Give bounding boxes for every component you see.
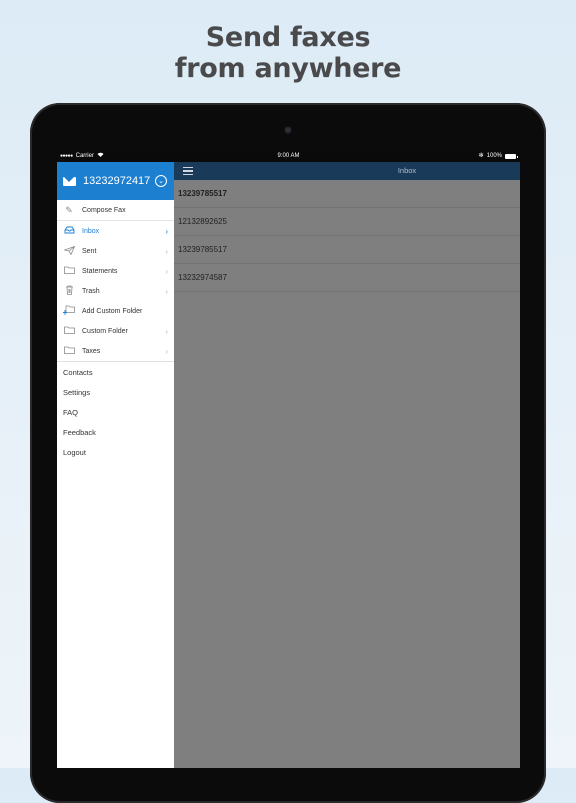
sidebar: 13232972417 ⌄ ✎ Compose Fax Inbox › Sent… xyxy=(57,162,174,768)
compose-fax-button[interactable]: ✎ Compose Fax xyxy=(57,200,174,221)
sidebar-item-custom-folder[interactable]: Custom Folder › xyxy=(57,321,174,341)
chevron-right-icon: › xyxy=(165,246,168,256)
sidebar-item-sent[interactable]: Sent › xyxy=(57,241,174,261)
paper-plane-icon xyxy=(62,245,76,257)
sidebar-link-settings[interactable]: Settings xyxy=(57,382,174,402)
chevron-right-icon: › xyxy=(165,326,168,336)
sidebar-link-logout[interactable]: Logout xyxy=(57,442,174,462)
sidebar-item-label: Statements xyxy=(82,267,118,275)
battery-icon xyxy=(505,154,518,159)
sidebar-item-statements[interactable]: Statements › xyxy=(57,261,174,281)
envelope-icon xyxy=(63,176,76,186)
sidebar-item-label: Custom Folder xyxy=(82,327,128,335)
status-bar: ●●●●● Carrier 9:00 AM ✻ 100% xyxy=(57,151,520,162)
sidebar-item-add-custom-folder[interactable]: Add Custom Folder xyxy=(57,301,174,321)
sidebar-item-taxes[interactable]: Taxes › xyxy=(57,341,174,361)
bluetooth-icon: ✻ xyxy=(478,153,484,159)
fax-list-item[interactable]: 13232974587 xyxy=(174,264,520,292)
camera-icon xyxy=(284,126,292,134)
trash-icon xyxy=(62,285,76,297)
account-header[interactable]: 13232972417 ⌄ xyxy=(57,162,174,200)
battery-percent: 100% xyxy=(486,153,502,159)
compose-fax-label: Compose Fax xyxy=(82,206,126,214)
account-number: 13232972417 xyxy=(83,175,151,187)
chevron-right-icon: › xyxy=(165,286,168,296)
fax-list-item[interactable]: 13239785517 xyxy=(174,236,520,264)
sidebar-link-faq[interactable]: FAQ xyxy=(57,402,174,422)
folder-icon xyxy=(62,346,76,356)
sidebar-link-contacts[interactable]: Contacts xyxy=(57,362,174,382)
sidebar-link-feedback[interactable]: Feedback xyxy=(57,422,174,442)
page-title: Inbox xyxy=(397,166,417,175)
sidebar-item-trash[interactable]: Trash › xyxy=(57,281,174,301)
app-screen: ●●●●● Carrier 9:00 AM ✻ 100% 13232972417… xyxy=(57,151,520,768)
chevron-right-icon: › xyxy=(165,226,168,236)
folder-icon xyxy=(62,266,76,276)
pencil-icon: ✎ xyxy=(65,204,73,215)
sidebar-item-label: Sent xyxy=(82,247,97,255)
fax-list-item[interactable]: 13239785517 xyxy=(174,180,520,208)
sidebar-item-inbox[interactable]: Inbox › xyxy=(57,221,174,241)
status-time: 9:00 AM xyxy=(277,153,300,159)
headline: Send faxes from anywhere xyxy=(0,22,576,84)
sidebar-item-label: Trash xyxy=(82,287,100,295)
headline-line2: from anywhere xyxy=(174,53,402,84)
folder-icon xyxy=(62,326,76,336)
sidebar-item-label: Add Custom Folder xyxy=(82,307,143,315)
headline-line1: Send faxes xyxy=(205,22,371,53)
add-folder-icon xyxy=(62,305,76,317)
main-content: Inbox 13239785517 12132892625 1323978551… xyxy=(174,162,520,768)
sidebar-item-label: Taxes xyxy=(82,347,101,355)
sidebar-item-label: Inbox xyxy=(82,227,100,235)
chevron-right-icon: › xyxy=(165,346,168,356)
inbox-icon xyxy=(62,226,76,236)
fax-list-item[interactable]: 12132892625 xyxy=(174,208,520,236)
nav-bar: Inbox xyxy=(174,162,520,180)
chevron-right-icon: › xyxy=(165,266,168,276)
chevron-down-icon[interactable]: ⌄ xyxy=(155,175,167,187)
